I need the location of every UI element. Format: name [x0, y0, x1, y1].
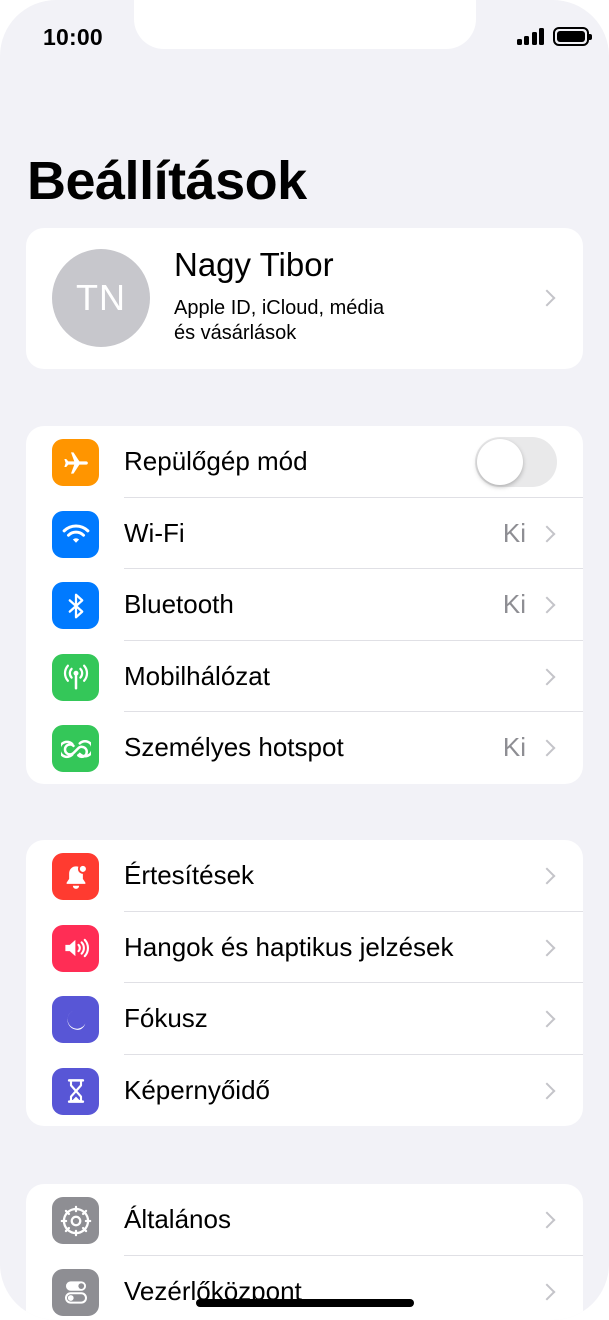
settings-row-general[interactable]: Általános [26, 1184, 583, 1256]
settings-row-value: Ki [502, 517, 526, 548]
hourglass-icon [52, 1067, 99, 1115]
settings-row-screen-time[interactable]: Képernyőidő [26, 1055, 583, 1127]
antenna-icon [52, 653, 99, 701]
settings-row-label: Mobilhálózat [124, 660, 270, 691]
bluetooth-icon [52, 582, 99, 629]
settings-row-airplane-mode[interactable]: Repülőgép mód [26, 426, 583, 498]
profile-subtitle-line1: Apple ID, iCloud, média [174, 297, 385, 319]
avatar: TN [52, 249, 150, 347]
home-indicator[interactable] [196, 1299, 414, 1307]
status-icons [516, 27, 592, 46]
settings-row-label: Bluetooth [124, 589, 234, 619]
settings-row-hotspot[interactable]: Személyes hotspot Ki [26, 712, 583, 784]
airplane-mode-toggle[interactable] [475, 437, 557, 487]
airplane-icon [52, 439, 99, 486]
profile-card[interactable]: TN Nagy Tibor Apple ID, iCloud, média és… [26, 228, 583, 369]
chevron-right-icon [538, 668, 556, 685]
settings-row-control-center[interactable]: Vezérlőközpont [26, 1256, 583, 1320]
settings-row-focus[interactable]: Fókusz [26, 983, 583, 1055]
chevron-right-icon [538, 525, 556, 542]
settings-row-label: Fókusz [124, 1003, 208, 1033]
chevron-right-icon [538, 739, 556, 757]
settings-row-value: Ki [502, 732, 526, 762]
chevron-right-icon [538, 1082, 556, 1099]
cellular-signal-icon [516, 28, 544, 45]
hotspot-icon [52, 725, 99, 772]
settings-row-notifications[interactable]: Értesítések [26, 840, 583, 912]
profile-subtitle: Apple ID, iCloud, média és vásárlások [174, 296, 434, 346]
bell-icon [52, 853, 99, 900]
page-title: Beállítások [27, 151, 307, 211]
chevron-right-icon [538, 1211, 556, 1229]
settings-row-wifi[interactable]: Wi-Fi Ki [26, 498, 583, 569]
profile-name: Nagy Tibor [174, 246, 334, 283]
settings-row-sounds[interactable]: Hangok és haptikus jelzések [26, 912, 583, 983]
wifi-icon [52, 510, 99, 558]
settings-row-label: Képernyőidő [124, 1074, 270, 1105]
battery-icon [553, 27, 592, 46]
chevron-right-icon [538, 1010, 556, 1028]
chevron-right-icon [538, 939, 556, 956]
moon-icon [52, 996, 99, 1043]
profile-subtitle-line2: és vásárlások [174, 322, 297, 344]
settings-row-label: Személyes hotspot [124, 732, 344, 762]
settings-group-connectivity: Repülőgép mód Wi-Fi Ki Bluetooth Ki Mobi… [26, 426, 583, 784]
settings-row-label: Általános [124, 1204, 231, 1234]
settings-row-value: Ki [502, 589, 526, 619]
chevron-right-icon [538, 596, 556, 614]
chevron-right-icon [538, 289, 556, 307]
chevron-right-icon [538, 867, 556, 885]
settings-row-bluetooth[interactable]: Bluetooth Ki [26, 569, 583, 641]
status-time: 10:00 [43, 24, 103, 50]
settings-row-label: Hangok és haptikus jelzések [124, 931, 454, 962]
settings-row-label: Wi-Fi [124, 517, 185, 548]
phone-screen: 10:00 Beállítások TN Nagy Tibor Apple ID… [0, 0, 609, 1320]
switches-icon [52, 1268, 99, 1316]
settings-row-label: Értesítések [124, 860, 255, 890]
settings-row-cellular[interactable]: Mobilhálózat [26, 641, 583, 712]
speaker-icon [52, 924, 99, 972]
notch [134, 0, 476, 49]
settings-group-notifications: Értesítések Hangok és haptikus jelzések … [26, 840, 583, 1126]
chevron-right-icon [538, 1283, 556, 1300]
gear-icon [52, 1197, 99, 1244]
settings-row-label: Repülőgép mód [124, 446, 308, 476]
